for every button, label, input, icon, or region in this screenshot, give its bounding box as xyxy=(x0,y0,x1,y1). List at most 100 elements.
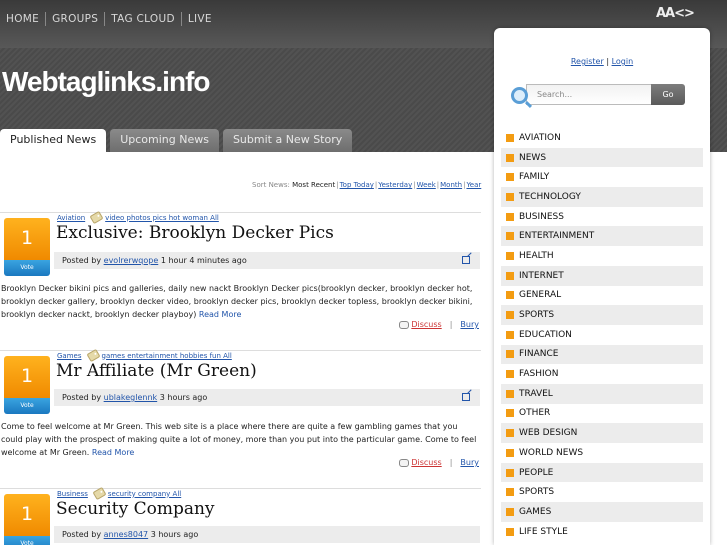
story-time: 3 hours ago xyxy=(150,530,199,539)
sort-week[interactable]: Week xyxy=(417,181,436,189)
bury-link[interactable]: Bury xyxy=(460,458,479,467)
story-byline: Posted by annes8047 3 hours ago xyxy=(54,526,480,543)
search-go-button[interactable]: Go xyxy=(651,84,685,105)
category-item[interactable]: WEB DESIGN xyxy=(501,423,703,443)
category-item[interactable]: HEALTH xyxy=(501,246,703,266)
category-item[interactable]: FINANCE xyxy=(501,344,703,365)
read-more-link[interactable]: Read More xyxy=(199,310,241,319)
story-title[interactable]: Security Company xyxy=(56,499,215,519)
category-item[interactable]: GAMES xyxy=(501,502,703,522)
tab-upcoming-news[interactable]: Upcoming News xyxy=(110,129,219,152)
category-item[interactable]: BUSINESS xyxy=(501,207,703,227)
category-item[interactable]: INTERNET xyxy=(501,265,703,286)
story-user[interactable]: annes8047 xyxy=(104,530,149,539)
comment-icon xyxy=(399,320,410,329)
bullet-square-icon xyxy=(506,192,514,201)
vote-box: 1 Vote xyxy=(4,218,50,276)
register-link[interactable]: Register xyxy=(571,57,604,66)
story-byline: Posted by ublakeglennk 3 hours ago xyxy=(54,389,480,406)
story-tags[interactable]: video photos pics hot woman All xyxy=(105,214,219,222)
bullet-square-icon xyxy=(506,468,514,477)
bullet-square-icon xyxy=(506,133,514,142)
category-item[interactable]: ENTERTAINMENT xyxy=(501,226,703,247)
bury-link[interactable]: Bury xyxy=(460,320,479,329)
category-item[interactable]: TRAVEL xyxy=(501,383,703,404)
story-tags[interactable]: games entertainment hobbies fun All xyxy=(102,352,232,360)
story-time: 3 hours ago xyxy=(159,393,208,402)
category-item[interactable]: WORLD NEWS xyxy=(501,443,703,463)
vote-box: 1 Vote xyxy=(4,494,50,545)
bullet-square-icon xyxy=(506,291,514,300)
story-title[interactable]: Mr Affiliate (Mr Green) xyxy=(56,361,257,381)
category-item[interactable]: AVIATION xyxy=(501,128,703,148)
story-byline: Posted by evolrerwqope 1 hour 4 minutes … xyxy=(54,252,480,269)
story-user[interactable]: ublakeglennk xyxy=(104,393,158,402)
sort-month[interactable]: Month xyxy=(440,181,462,189)
category-item[interactable]: TECHNOLOGY xyxy=(501,187,703,207)
category-item[interactable]: LIFE STYLE xyxy=(501,522,703,542)
discuss-link[interactable]: Discuss xyxy=(411,320,441,329)
story-description: Come to feel welcome at Mr Green. This w… xyxy=(1,422,477,457)
bullet-square-icon xyxy=(506,350,514,359)
nav-groups[interactable]: GROUPS xyxy=(46,12,106,26)
bullet-square-icon xyxy=(506,507,514,516)
story-category[interactable]: Games xyxy=(57,352,82,360)
vote-button[interactable]: Vote xyxy=(4,398,50,414)
category-item[interactable]: SPORTS xyxy=(501,305,703,325)
search-input[interactable]: Search... xyxy=(526,84,654,105)
sort-label: Sort News: xyxy=(252,181,290,189)
category-item[interactable]: EDUCATION xyxy=(501,325,703,345)
bullet-square-icon xyxy=(506,330,514,339)
vote-button[interactable]: Vote xyxy=(4,260,50,276)
category-item[interactable]: GENERAL xyxy=(501,286,703,306)
tab-submit-story[interactable]: Submit a New Story xyxy=(222,129,353,152)
category-item[interactable]: OTHER xyxy=(501,404,703,424)
tab-published-news[interactable]: Published News xyxy=(0,129,107,152)
bullet-square-icon xyxy=(506,232,514,241)
bullet-square-icon xyxy=(506,153,514,162)
category-item[interactable]: NEWS xyxy=(501,147,703,168)
comment-icon xyxy=(399,458,410,467)
search-icon xyxy=(511,87,528,104)
sort-year[interactable]: Year xyxy=(466,181,481,189)
login-link[interactable]: Login xyxy=(612,57,634,66)
category-list: AVIATION NEWS FAMILY TECHNOLOGY BUSINESS… xyxy=(501,128,703,541)
category-item[interactable]: PEOPLE xyxy=(501,462,703,483)
story-category[interactable]: Business xyxy=(57,490,88,498)
vote-count: 1 xyxy=(4,494,50,536)
vote-count: 1 xyxy=(4,218,50,260)
category-item[interactable]: FASHION xyxy=(501,364,703,384)
bullet-square-icon xyxy=(506,429,514,438)
story-user[interactable]: evolrerwqope xyxy=(104,256,159,265)
bullet-square-icon xyxy=(506,271,514,280)
bullet-square-icon xyxy=(506,212,514,221)
sort-top-today[interactable]: Top Today xyxy=(340,181,374,189)
story-title[interactable]: Exclusive: Brooklyn Decker Pics xyxy=(56,223,334,243)
nav-live[interactable]: LIVE xyxy=(182,12,218,26)
category-item[interactable]: SPORTS xyxy=(501,482,703,502)
story-actions: Discuss | Bury xyxy=(399,458,479,467)
external-link-icon[interactable] xyxy=(462,393,470,401)
story-description: Brooklyn Decker bikini pics and gallerie… xyxy=(1,284,473,319)
vote-button[interactable]: Vote xyxy=(4,536,50,545)
external-link-icon[interactable] xyxy=(462,256,470,264)
bullet-square-icon xyxy=(506,409,514,418)
nav-tag-cloud[interactable]: TAG CLOUD xyxy=(105,12,182,26)
discuss-link[interactable]: Discuss xyxy=(411,458,441,467)
sidebar: Register | Login Search... Go AVIATION N… xyxy=(494,28,710,545)
auth-links: Register | Login xyxy=(570,57,634,66)
bullet-square-icon xyxy=(506,173,514,182)
read-more-link[interactable]: Read More xyxy=(92,448,134,457)
bullet-square-icon xyxy=(506,448,514,457)
story-item: 1 Vote Games games entertainment hobbies… xyxy=(0,348,481,475)
category-item[interactable]: FAMILY xyxy=(501,167,703,187)
nav-home[interactable]: HOME xyxy=(0,12,47,26)
story-tags[interactable]: security company All xyxy=(108,490,181,498)
story-category[interactable]: Aviation xyxy=(57,214,85,222)
sort-yesterday[interactable]: Yesterday xyxy=(378,181,412,189)
font-size-tools-icon[interactable]: AA<> xyxy=(656,6,695,21)
site-title[interactable]: Webtaglinks.info xyxy=(2,66,210,98)
bullet-square-icon xyxy=(506,251,514,260)
story-actions: Discuss | Bury xyxy=(399,320,479,329)
bullet-square-icon xyxy=(506,389,514,398)
